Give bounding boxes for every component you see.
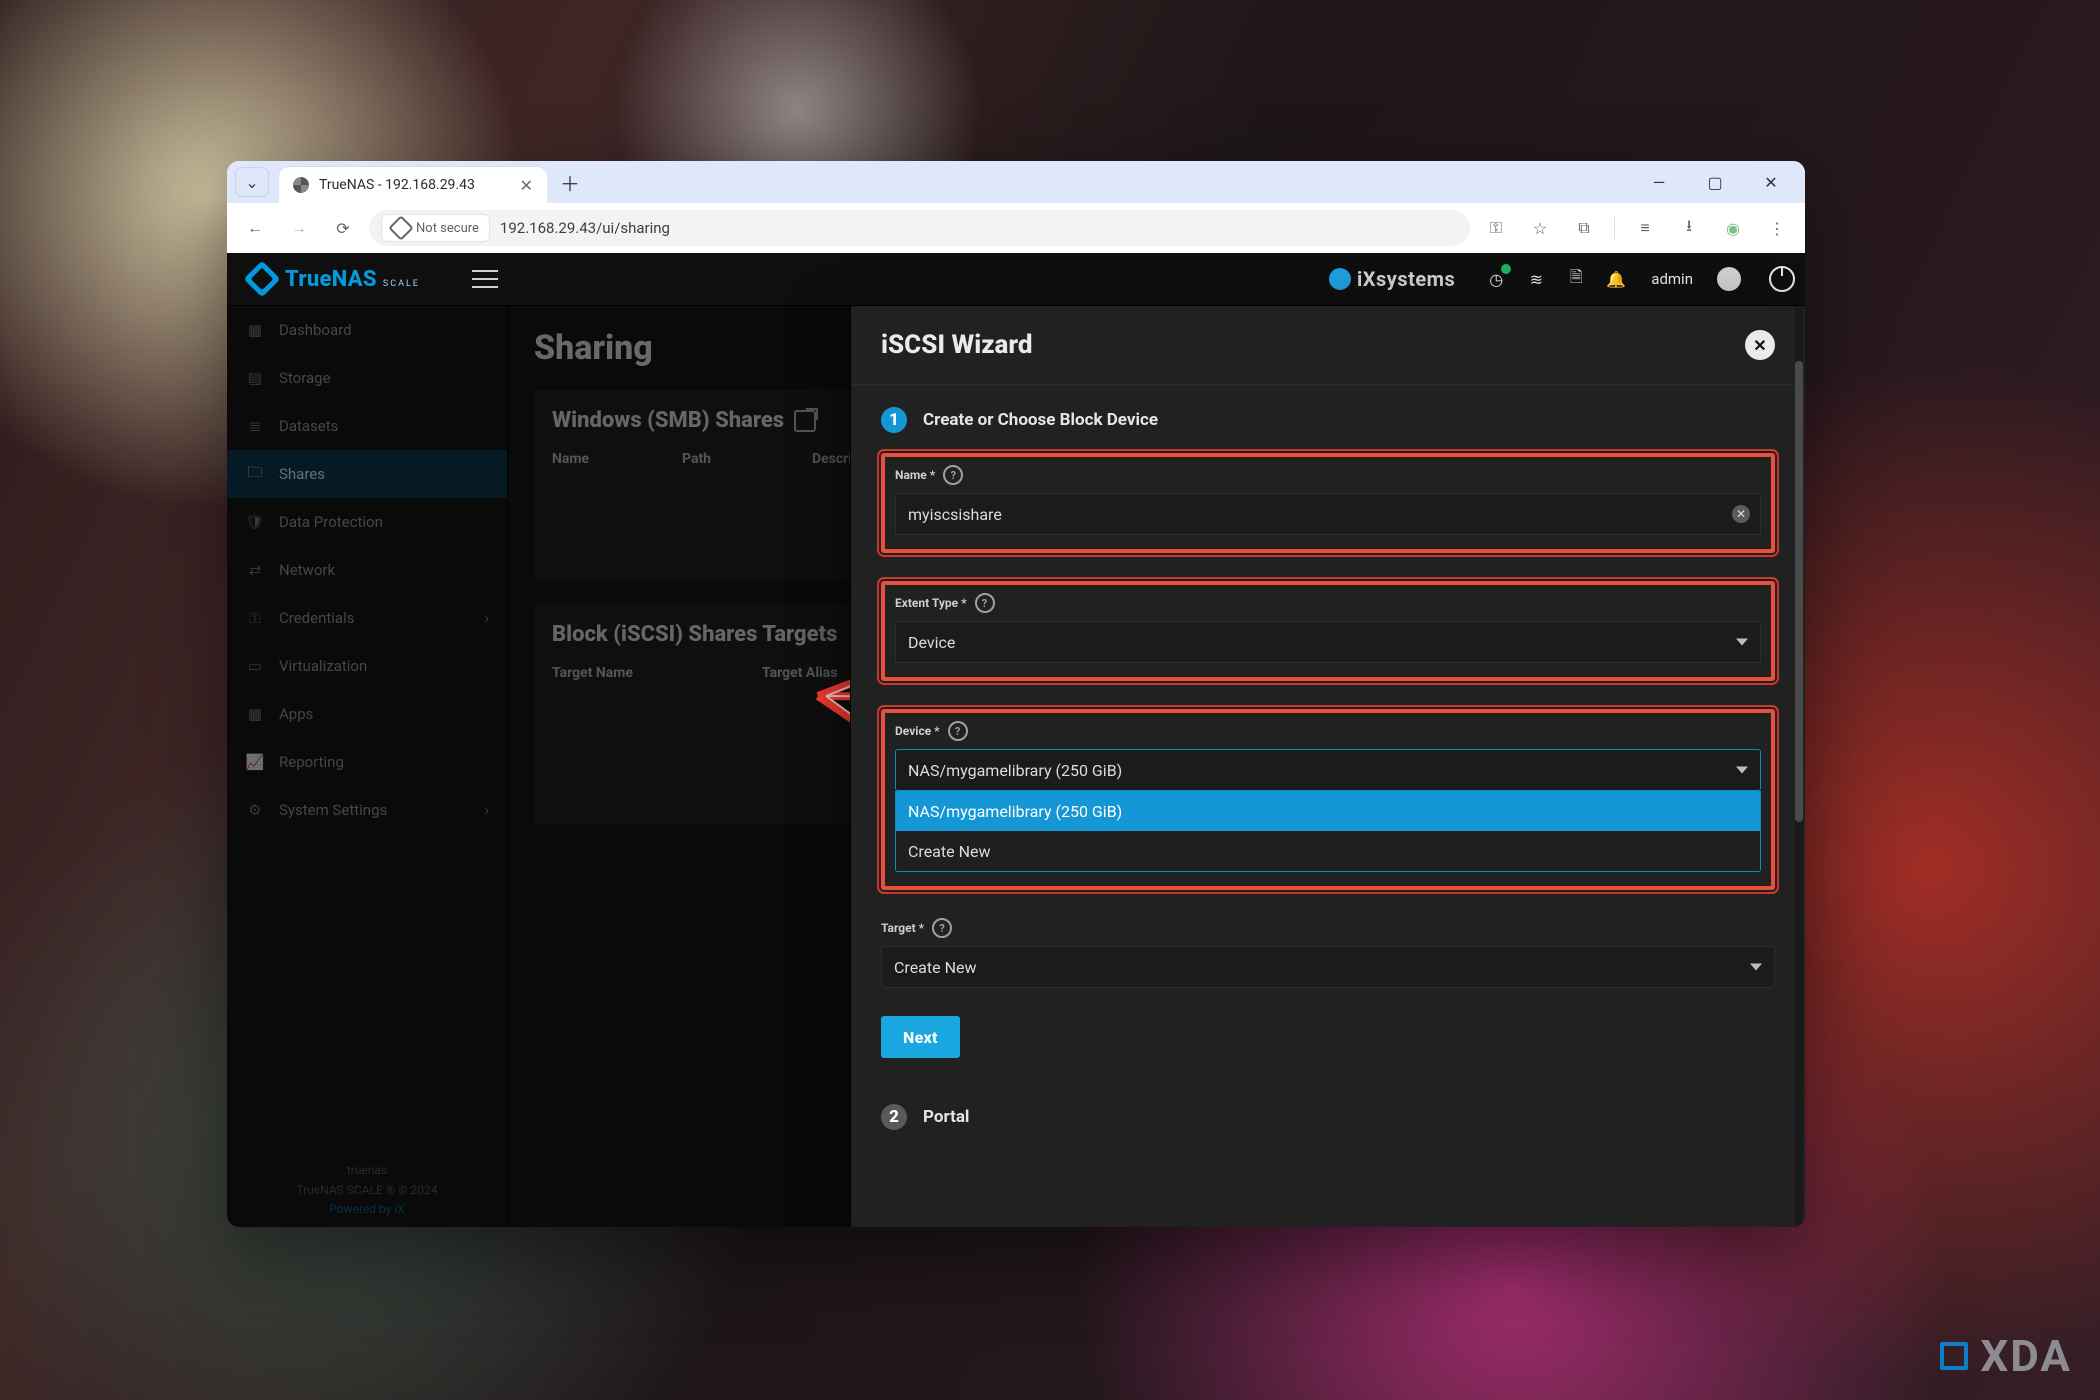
- ixsystems-label: iXsystems: [1357, 267, 1455, 291]
- target-label: Target *: [881, 921, 924, 935]
- reading-list-icon[interactable]: ≡: [1627, 210, 1663, 246]
- kebab-menu-icon[interactable]: ⋮: [1759, 210, 1795, 246]
- extensions-icon[interactable]: ⧉: [1566, 210, 1602, 246]
- step-number-2: 2: [881, 1104, 907, 1130]
- warning-icon: [388, 215, 413, 240]
- clear-input-icon[interactable]: ✕: [1732, 505, 1750, 523]
- next-button[interactable]: Next: [881, 1016, 960, 1058]
- truenas-logo-icon: [244, 261, 281, 298]
- sidebar-toggle-button[interactable]: [472, 270, 498, 288]
- tab-close-icon[interactable]: ✕: [520, 176, 533, 195]
- wizard-scrollbar[interactable]: [1795, 306, 1803, 1227]
- target-select[interactable]: Create New: [881, 946, 1775, 988]
- clipboard-icon[interactable]: 🗎: [1565, 268, 1587, 290]
- bookmark-star-icon[interactable]: ☆: [1522, 210, 1558, 246]
- user-avatar[interactable]: [1717, 267, 1741, 291]
- profile-icon[interactable]: ◉: [1715, 210, 1751, 246]
- highlight-name-group: Name *? myiscsishare ✕: [881, 453, 1775, 553]
- browser-address-bar: ← → ⟳ Not secure 192.168.29.43/ui/sharin…: [227, 203, 1805, 254]
- brand-logo[interactable]: TrueNAS SCALE: [237, 266, 420, 292]
- app-body: ▦Dashboard ▤Storage ≣Datasets 🗀Shares 🛡D…: [227, 306, 1805, 1227]
- security-chip[interactable]: Not secure: [381, 214, 490, 242]
- name-input[interactable]: myiscsishare ✕: [895, 493, 1761, 535]
- downloads-icon[interactable]: ⭳: [1671, 210, 1707, 246]
- step-title-2: Portal: [923, 1107, 969, 1127]
- browser-tab[interactable]: TrueNAS - 192.168.29.43 ✕: [279, 167, 547, 203]
- new-tab-button[interactable]: ＋: [555, 167, 585, 197]
- device-dropdown: NAS/mygamelibrary (250 GiB) Create New: [895, 791, 1761, 872]
- window-close-button[interactable]: ✕: [1745, 164, 1797, 200]
- device-option-selected[interactable]: NAS/mygamelibrary (250 GiB): [896, 791, 1760, 831]
- extent-type-select[interactable]: Device: [895, 621, 1761, 663]
- nav-back-button[interactable]: ←: [237, 210, 273, 246]
- ix-ball-icon: [1329, 268, 1351, 290]
- device-select-value: NAS/mygamelibrary (250 GiB): [908, 761, 1122, 780]
- bell-icon[interactable]: 🔔: [1605, 268, 1627, 290]
- url-text: 192.168.29.43/ui/sharing: [500, 219, 670, 237]
- device-select[interactable]: NAS/mygamelibrary (250 GiB): [895, 749, 1761, 791]
- url-field[interactable]: Not secure 192.168.29.43/ui/sharing: [369, 210, 1470, 246]
- iscsi-wizard-panel: iSCSI Wizard ✕ 1 Create or Choose Block …: [850, 306, 1805, 1227]
- brand-subtitle: SCALE: [383, 279, 420, 289]
- security-chip-label: Not secure: [416, 221, 479, 236]
- device-option-label: Create New: [908, 842, 990, 861]
- step-title-1: Create or Choose Block Device: [923, 410, 1158, 430]
- window-maximize-button[interactable]: ▢: [1689, 164, 1741, 200]
- device-option-label: NAS/mygamelibrary (250 GiB): [908, 802, 1122, 821]
- target-select-value: Create New: [894, 958, 976, 977]
- extent-type-value: Device: [908, 633, 955, 652]
- brand-name: TrueNAS: [285, 267, 377, 292]
- sidebar: ▦Dashboard ▤Storage ≣Datasets 🗀Shares 🛡D…: [227, 306, 508, 1227]
- step-number-1: 1: [881, 407, 907, 433]
- main-content: Sharing Windows (SMB) Shares Name Path D…: [508, 306, 1805, 1227]
- username-label: admin: [1651, 270, 1693, 288]
- help-icon[interactable]: ?: [948, 721, 968, 741]
- ixsystems-badge[interactable]: iXsystems: [1329, 267, 1455, 291]
- window-minimize-button[interactable]: —: [1633, 164, 1685, 200]
- device-option-create-new[interactable]: Create New: [896, 831, 1760, 871]
- truenas-app: TrueNAS SCALE iXsystems ◷ ≋ 🗎 🔔 admin ▦D…: [227, 253, 1805, 1227]
- nav-reload-button[interactable]: ⟳: [325, 210, 361, 246]
- browser-window: ⌄ TrueNAS - 192.168.29.43 ✕ ＋ — ▢ ✕ ← → …: [227, 161, 1805, 1227]
- tab-title: TrueNAS - 192.168.29.43: [319, 177, 475, 193]
- power-button[interactable]: [1769, 266, 1795, 292]
- tab-search-chevron[interactable]: ⌄: [235, 167, 269, 197]
- highlight-device-group: Device *? NAS/mygamelibrary (250 GiB) NA…: [881, 709, 1775, 890]
- wizard-title: iSCSI Wizard: [881, 330, 1032, 360]
- help-icon[interactable]: ?: [932, 918, 952, 938]
- app-toolbar: TrueNAS SCALE iXsystems ◷ ≋ 🗎 🔔 admin: [227, 253, 1805, 306]
- device-label: Device *: [895, 724, 940, 738]
- highlight-extent-group: Extent Type *? Device: [881, 581, 1775, 681]
- password-key-icon[interactable]: ⚿: [1478, 210, 1514, 246]
- extent-type-label: Extent Type *: [895, 596, 967, 610]
- name-label: Name *: [895, 468, 935, 482]
- wizard-close-button[interactable]: ✕: [1745, 330, 1775, 360]
- name-input-value: myiscsishare: [908, 505, 1002, 524]
- help-icon[interactable]: ?: [943, 465, 963, 485]
- tab-favicon: [293, 177, 309, 193]
- layers-icon[interactable]: ≋: [1525, 268, 1547, 290]
- nav-forward-button[interactable]: →: [281, 210, 317, 246]
- source-watermark: XDA: [1940, 1330, 2072, 1382]
- help-icon[interactable]: ?: [975, 593, 995, 613]
- status-icon[interactable]: ◷: [1485, 268, 1507, 290]
- sidebar-dim-overlay: [227, 306, 507, 1227]
- browser-titlebar: ⌄ TrueNAS - 192.168.29.43 ✕ ＋ — ▢ ✕: [227, 161, 1805, 203]
